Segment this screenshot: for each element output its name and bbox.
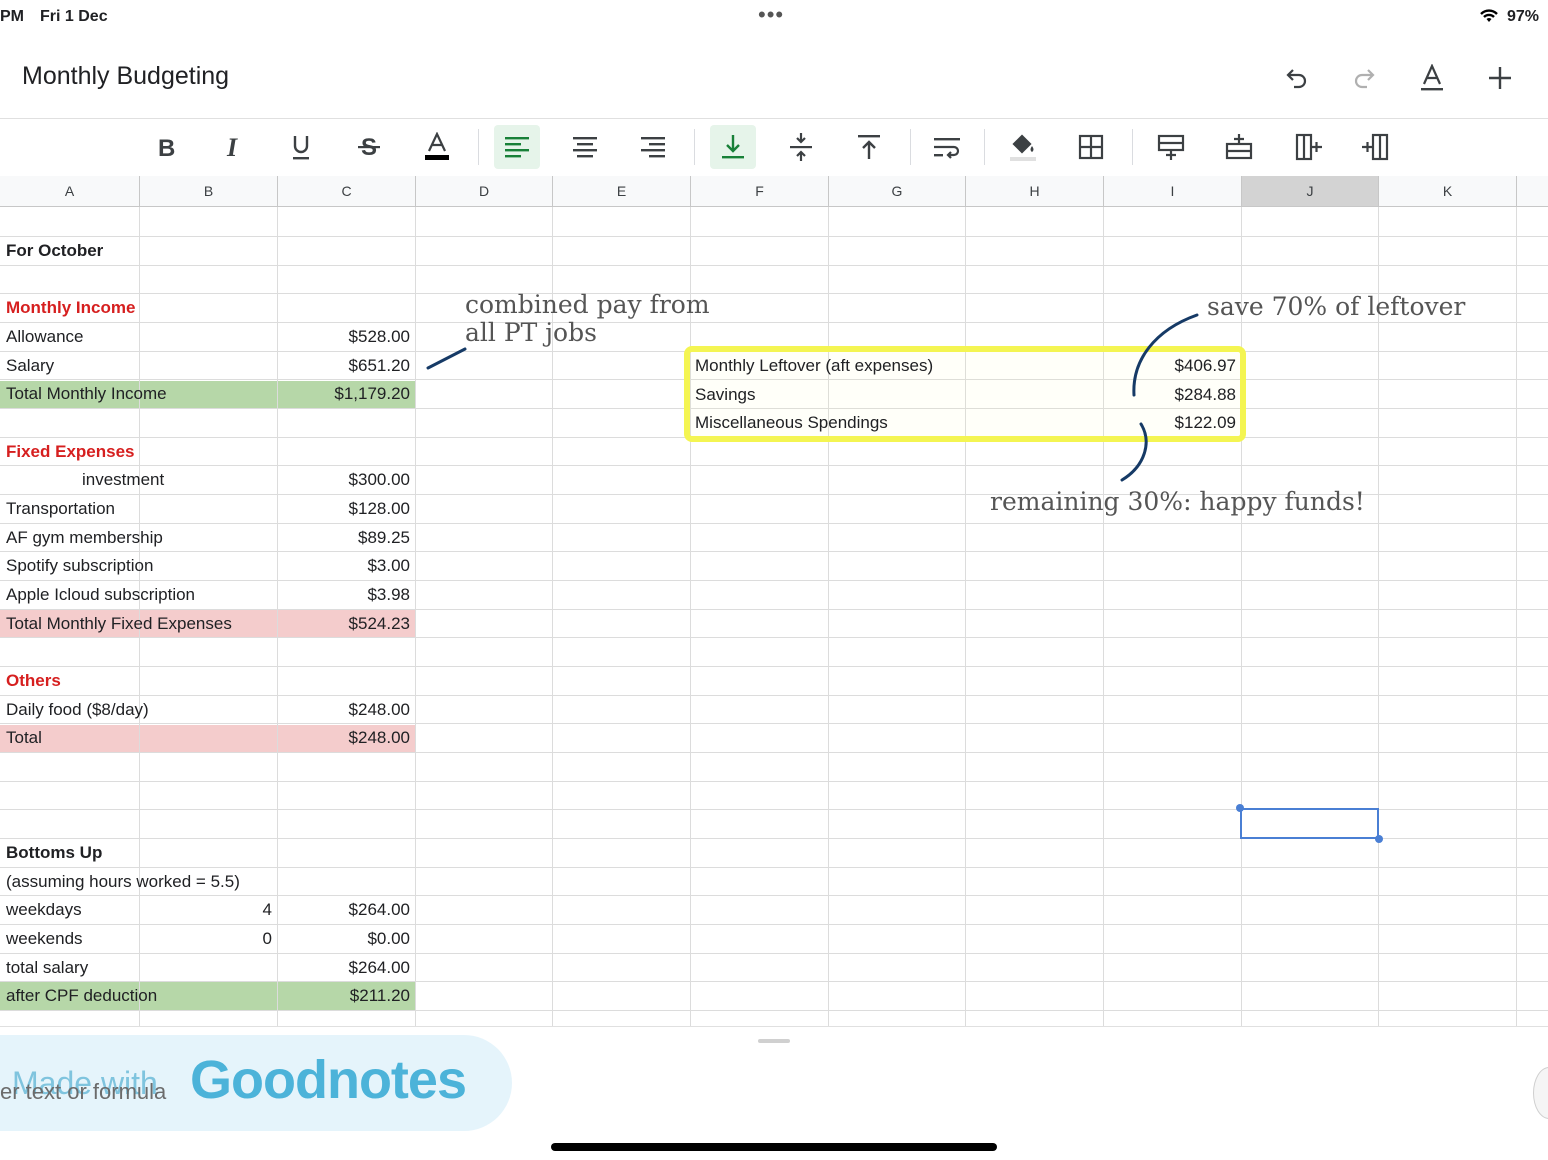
formula-bar-area: Made with Goodnotes er text or formula (0, 1026, 1548, 1160)
watermark-brand: Goodnotes (190, 1050, 467, 1110)
home-indicator (551, 1143, 997, 1151)
keyboard-toggle-button[interactable] (1533, 1067, 1548, 1119)
formula-input[interactable]: er text or formula (0, 1079, 166, 1105)
drag-handle[interactable] (758, 1039, 790, 1043)
annotation-pen-strokes (426, 313, 1199, 482)
